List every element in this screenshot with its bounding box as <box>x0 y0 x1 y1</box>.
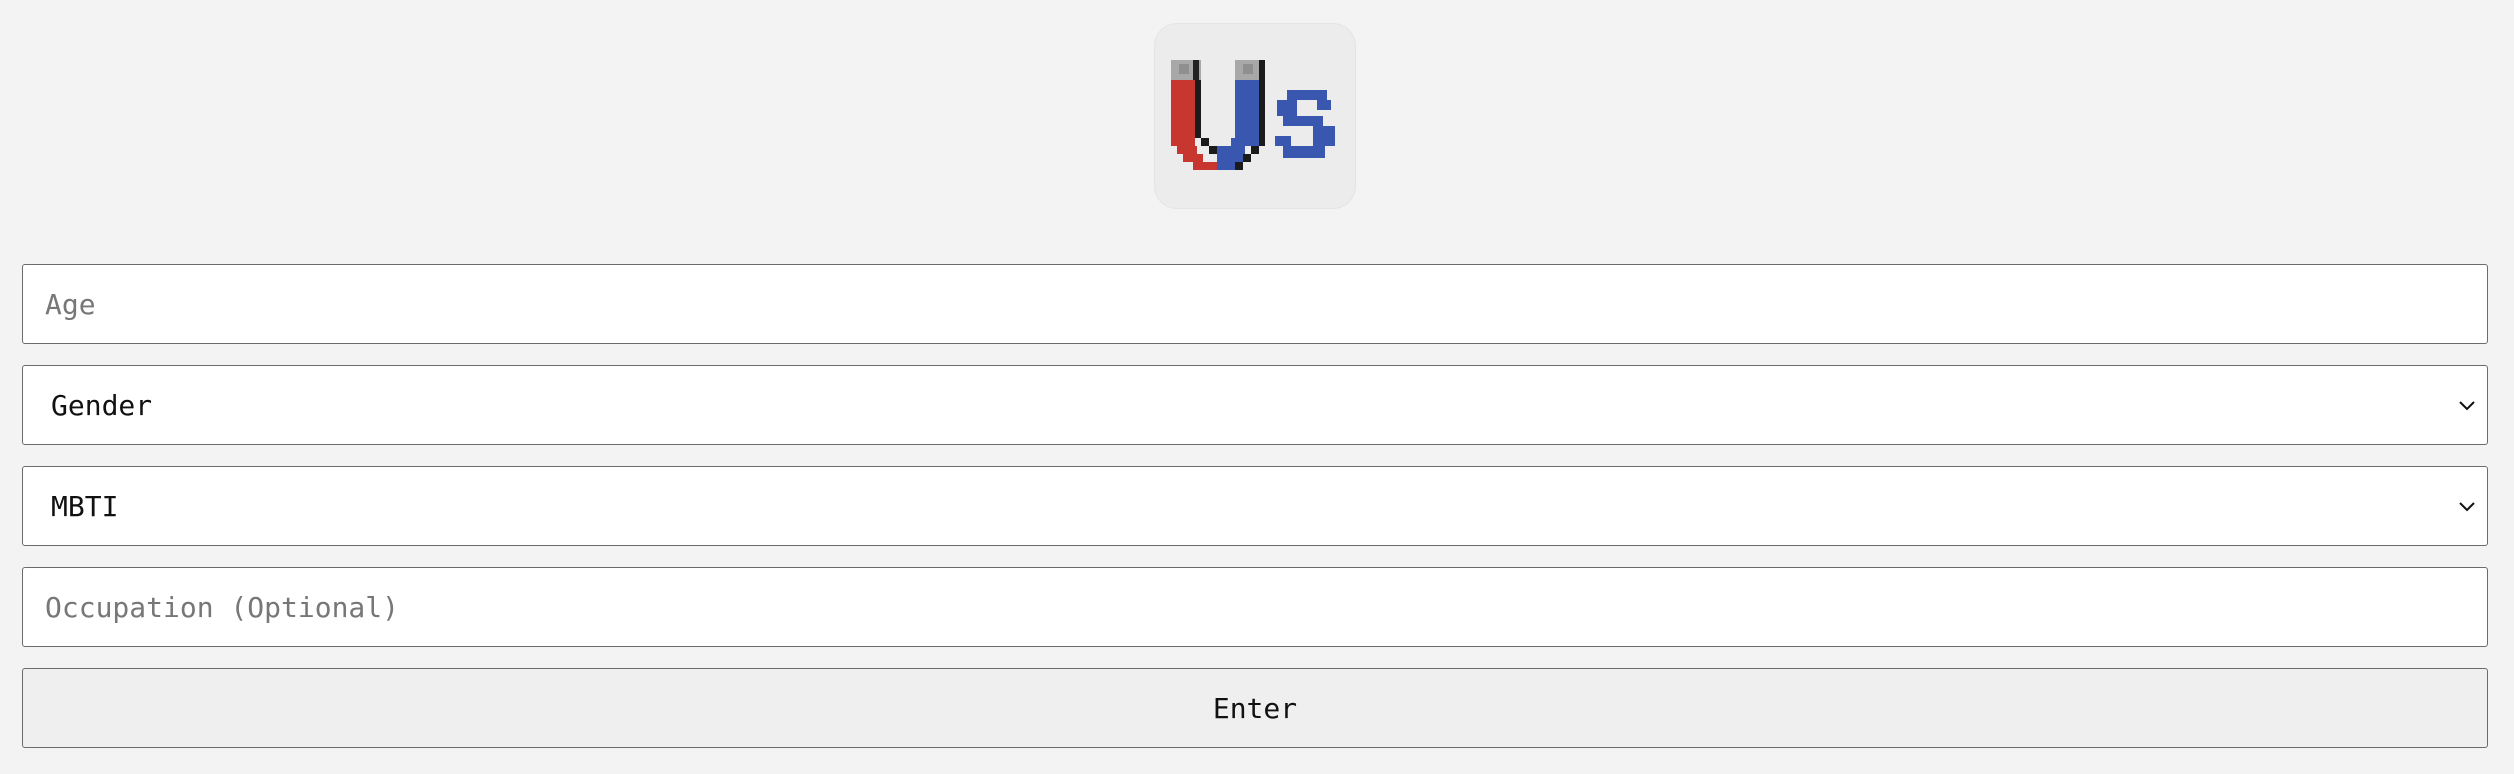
gender-select[interactable]: Gender <box>22 365 2488 445</box>
age-input[interactable] <box>22 264 2488 344</box>
gender-select-value: Gender <box>51 388 153 422</box>
chevron-down-icon <box>2459 401 2475 411</box>
mbti-select[interactable]: MBTI <box>22 466 2488 546</box>
mbti-select-value: MBTI <box>51 489 119 523</box>
app-logo <box>1155 24 1355 208</box>
enter-button[interactable]: Enter <box>22 668 2488 748</box>
magnet-us-logo-icon <box>1171 60 1335 170</box>
occupation-input[interactable] <box>22 567 2488 647</box>
chevron-down-icon <box>2459 502 2475 512</box>
